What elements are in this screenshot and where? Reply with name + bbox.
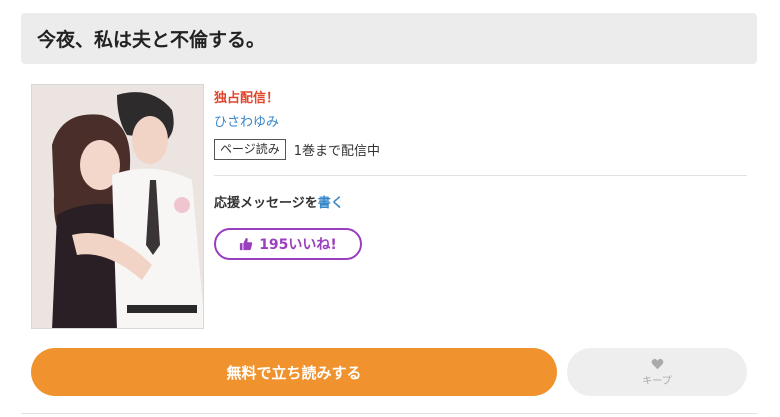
- format-row: ページ読み 1巻まで配信中: [214, 139, 380, 160]
- title-bar: 今夜、私は夫と不倫する。: [21, 13, 757, 64]
- exclusive-label: 独占配信！: [214, 91, 280, 106]
- book-cover[interactable]: [31, 84, 204, 329]
- free-preview-button[interactable]: 無料で立ち読みする: [31, 348, 557, 396]
- support-message: 応援メッセージを書く: [214, 192, 344, 211]
- free-preview-label: 無料で立ち読みする: [226, 363, 362, 382]
- thumbs-up-icon: [240, 237, 253, 251]
- like-button[interactable]: 195いいね!: [214, 228, 362, 260]
- page-title: 今夜、私は夫と不倫する。: [37, 29, 266, 51]
- keep-button[interactable]: キープ: [567, 348, 747, 396]
- like-count: 195いいね!: [259, 237, 337, 253]
- volume-note: 1巻まで配信中: [293, 144, 381, 159]
- support-message-prefix: 応援メッセージを: [214, 196, 318, 211]
- divider: [214, 175, 747, 176]
- bottom-divider: [21, 413, 757, 414]
- format-tag: ページ読み: [214, 139, 286, 160]
- write-message-link[interactable]: 書く: [318, 196, 344, 211]
- author-link[interactable]: ひさわゆみ: [214, 111, 279, 130]
- heart-icon: [651, 358, 663, 369]
- keep-label: キープ: [642, 375, 672, 387]
- cover-illustration: [32, 85, 203, 328]
